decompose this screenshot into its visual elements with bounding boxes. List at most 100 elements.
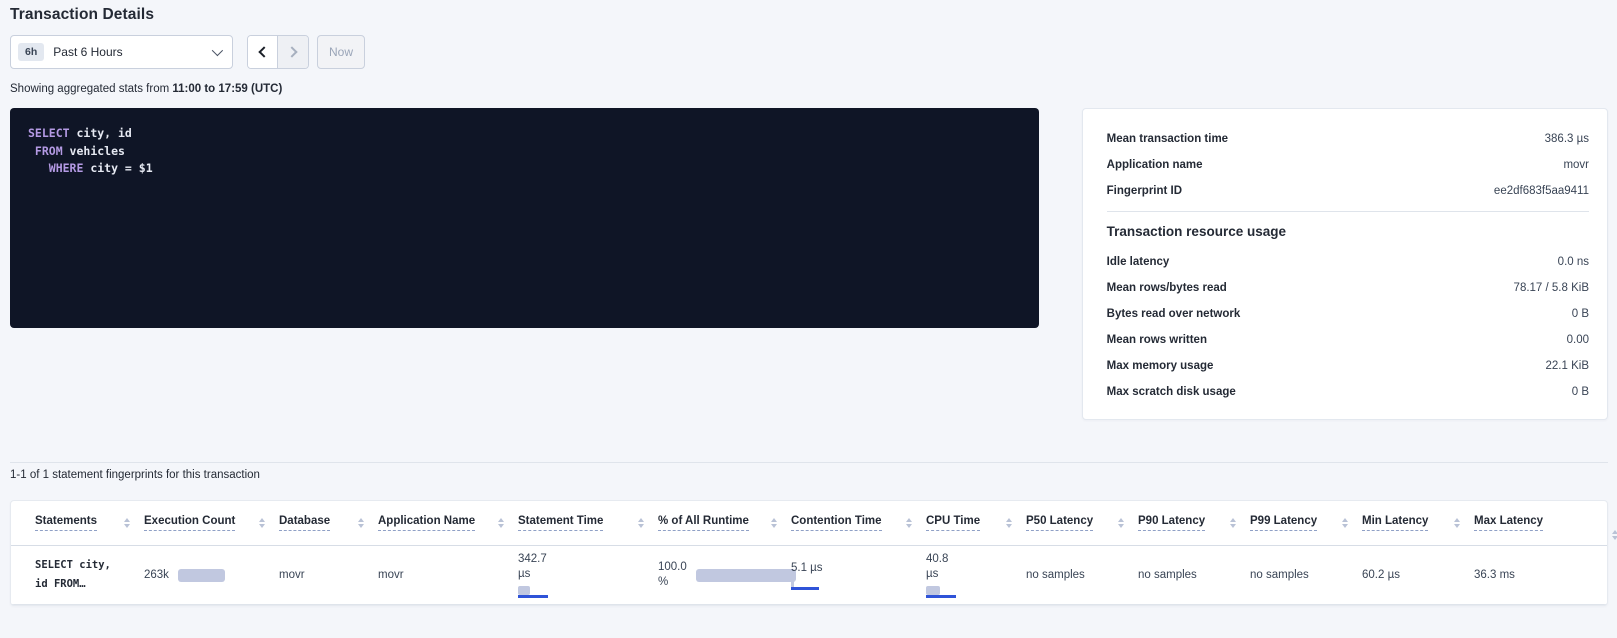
sort-icon	[498, 518, 504, 528]
stat-row-max-scratch-disk-usage: Max scratch disk usage 0 B	[1107, 379, 1589, 405]
stat-row-mean-transaction-time: Mean transaction time 386.3 µs	[1107, 126, 1589, 152]
column-header-p99-latency[interactable]: P99 Latency	[1250, 501, 1362, 545]
time-range-select[interactable]: 6h Past 6 Hours	[10, 35, 233, 69]
stat-row-mean-rows-written: Mean rows written 0.00	[1107, 327, 1589, 353]
stat-label: Application name	[1107, 159, 1203, 171]
statement-time-bar	[518, 586, 568, 598]
pct-runtime-bar	[696, 569, 796, 582]
stat-row-application-name: Application name movr	[1107, 152, 1589, 178]
stat-value: 22.1 KiB	[1546, 360, 1589, 372]
statement-link-line1[interactable]: SELECT city,	[35, 556, 111, 575]
sql-text: city = $1	[83, 161, 152, 175]
stat-label: Max memory usage	[1107, 360, 1214, 372]
statement-link-line2[interactable]: id FROM…	[35, 575, 86, 594]
column-label: Statements	[35, 515, 97, 531]
column-header-application-name[interactable]: Application Name	[378, 501, 518, 545]
cell-statement[interactable]: SELECT city, id FROM…	[35, 546, 144, 604]
column-header-execution-count[interactable]: Execution Count	[144, 501, 279, 545]
sql-text: vehicles	[63, 144, 125, 158]
cell-database: movr	[279, 546, 378, 604]
column-header-p90-latency[interactable]: P90 Latency	[1138, 501, 1250, 545]
column-header-cpu-time[interactable]: CPU Time	[926, 501, 1026, 545]
stat-value: movr	[1563, 159, 1589, 171]
resource-usage-heading: Transaction resource usage	[1107, 224, 1589, 239]
stat-value: ee2df683f5aa9411	[1494, 185, 1589, 197]
column-header-statements[interactable]: Statements	[35, 501, 144, 545]
sort-icon	[1342, 518, 1348, 528]
time-controls: 6h Past 6 Hours Now	[10, 35, 1608, 69]
column-header-statement-time[interactable]: Statement Time	[518, 501, 658, 545]
stat-value: 0 B	[1572, 386, 1589, 398]
statements-table: Statements Execution Count Database Appl…	[10, 500, 1608, 606]
sql-text: city, id	[70, 126, 132, 140]
now-button[interactable]: Now	[317, 35, 365, 69]
column-label: Max Latency	[1474, 515, 1543, 531]
column-label: P50 Latency	[1026, 515, 1093, 531]
sql-keyword: WHERE	[28, 161, 83, 175]
cell-application-name: movr	[378, 546, 518, 604]
column-header-contention-time[interactable]: Contention Time	[791, 501, 926, 545]
stat-row-idle-latency: Idle latency 0.0 ns	[1107, 249, 1589, 275]
sql-statement-box: SELECT city, id FROM vehicles WHERE city…	[10, 108, 1039, 328]
sort-icon	[1230, 518, 1236, 528]
sort-icon	[1118, 518, 1124, 528]
column-header-database[interactable]: Database	[279, 501, 378, 545]
transaction-stats-card: Mean transaction time 386.3 µs Applicati…	[1082, 108, 1608, 420]
column-label: Contention Time	[791, 515, 882, 531]
next-interval-button[interactable]	[278, 36, 308, 68]
cpu-time-unit: µs	[926, 567, 938, 582]
stat-label: Fingerprint ID	[1107, 185, 1182, 197]
statement-count-summary: 1-1 of 1 statement fingerprints for this…	[10, 469, 1608, 481]
cell-p99-latency: no samples	[1250, 546, 1362, 604]
sort-icon	[906, 518, 912, 528]
sort-icon	[124, 518, 130, 528]
cell-statement-time: 342.7 µs	[518, 546, 658, 604]
time-step-buttons	[247, 35, 309, 69]
stat-value: 0.00	[1567, 334, 1589, 346]
stat-row-mean-rows-bytes-read: Mean rows/bytes read 78.17 / 5.8 KiB	[1107, 275, 1589, 301]
column-header-pct-of-all-runtime[interactable]: % of All Runtime	[658, 501, 791, 545]
stat-label: Max scratch disk usage	[1107, 386, 1236, 398]
stat-value: 78.17 / 5.8 KiB	[1514, 282, 1589, 294]
sql-keyword: SELECT	[28, 126, 70, 140]
cutoff-sort-icon	[1612, 521, 1617, 540]
pct-runtime-value: 100.0	[658, 560, 687, 575]
column-label: Statement Time	[518, 515, 603, 531]
cell-contention-time: 5.1 µs	[791, 546, 926, 604]
section-divider	[10, 462, 1608, 463]
sort-icon	[358, 518, 364, 528]
previous-interval-button[interactable]	[248, 36, 278, 68]
cpu-time-value: 40.8	[926, 552, 948, 567]
page-title: Transaction Details	[10, 6, 1608, 24]
column-label: P90 Latency	[1138, 515, 1205, 531]
column-header-max-latency[interactable]: Max Latency	[1474, 501, 1583, 545]
time-range-badge: 6h	[18, 43, 44, 61]
sql-keyword: FROM	[28, 144, 63, 158]
stat-row-fingerprint-id: Fingerprint ID ee2df683f5aa9411	[1107, 178, 1589, 204]
sort-icon	[1006, 518, 1012, 528]
stat-label: Mean transaction time	[1107, 133, 1228, 145]
column-label: P99 Latency	[1250, 515, 1317, 531]
chevron-right-icon	[286, 46, 297, 57]
sort-icon	[638, 518, 644, 528]
stat-label: Bytes read over network	[1107, 308, 1241, 320]
column-header-p50-latency[interactable]: P50 Latency	[1026, 501, 1138, 545]
stat-value: 386.3 µs	[1545, 133, 1589, 145]
stat-value: 0 B	[1572, 308, 1589, 320]
time-range-label: Past 6 Hours	[53, 45, 212, 59]
contention-time-bar	[791, 580, 831, 590]
execution-count-bar	[178, 569, 225, 582]
cell-cpu-time: 40.8 µs	[926, 546, 1026, 604]
column-header-min-latency[interactable]: Min Latency	[1362, 501, 1474, 545]
column-label: Database	[279, 515, 330, 531]
stat-row-max-memory-usage: Max memory usage 22.1 KiB	[1107, 353, 1589, 379]
cell-max-latency: 36.3 ms	[1474, 546, 1583, 604]
cell-execution-count: 263k	[144, 546, 279, 604]
execution-count-value: 263k	[144, 569, 169, 581]
cell-min-latency: 60.2 µs	[1362, 546, 1474, 604]
summary-section: SELECT city, id FROM vehicles WHERE city…	[10, 108, 1608, 420]
cpu-time-bar	[926, 586, 970, 598]
column-label: CPU Time	[926, 515, 980, 531]
stat-label: Mean rows written	[1107, 334, 1207, 346]
statements-table-header: Statements Execution Count Database Appl…	[11, 501, 1607, 546]
